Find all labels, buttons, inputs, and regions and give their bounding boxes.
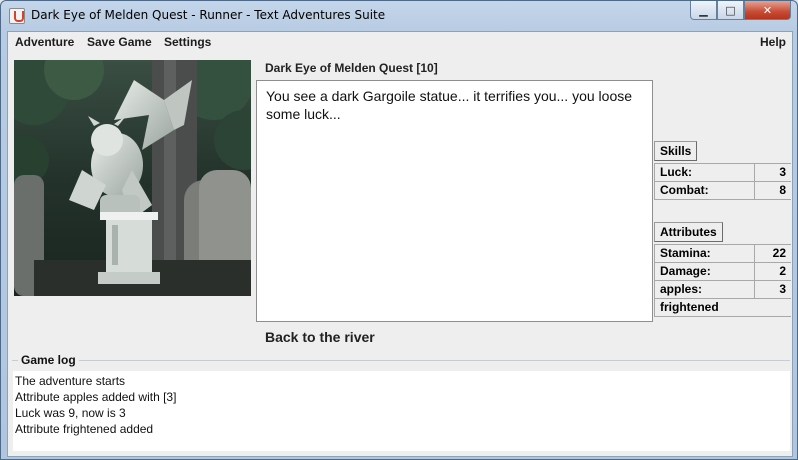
attribute-value: 3	[755, 281, 791, 299]
skill-name: Combat:	[655, 182, 755, 200]
game-log-group: Game log The adventure starts Attribute …	[12, 353, 790, 452]
attribute-row-apples: apples: 3	[655, 281, 791, 299]
skills-header[interactable]: Skills	[654, 141, 698, 161]
attribute-value: 2	[755, 263, 791, 281]
menu-save-game[interactable]: Save Game	[87, 35, 152, 49]
log-line: Attribute apples added with [3]	[15, 390, 177, 404]
menu-bar: Adventure Save Game Settings Help	[8, 32, 792, 54]
close-icon: ✕	[762, 3, 773, 17]
maximize-icon: □	[725, 3, 736, 17]
attribute-flag: frightened	[655, 299, 791, 317]
title-bar[interactable]: Dark Eye of Melden Quest - Runner - Text…	[1, 1, 797, 31]
scene-image	[14, 60, 251, 296]
attribute-row-frightened: frightened	[655, 299, 791, 317]
minimize-button[interactable]: ▁	[690, 1, 717, 20]
attribute-name: Stamina:	[655, 245, 755, 263]
skills-table: Luck: 3 Combat: 8	[654, 163, 791, 200]
window-controls: ▁ □ ✕	[690, 1, 791, 20]
close-button[interactable]: ✕	[744, 1, 791, 20]
quest-title: Dark Eye of Melden Quest [10]	[265, 61, 438, 75]
game-log-area[interactable]: The adventure starts Attribute apples ad…	[13, 371, 790, 451]
game-log-label: Game log	[18, 353, 79, 367]
window-title: Dark Eye of Melden Quest - Runner - Text…	[31, 8, 386, 22]
skill-row-luck: Luck: 3	[655, 164, 791, 182]
log-line: Luck was 9, now is 3	[15, 406, 126, 420]
client-area: Adventure Save Game Settings Help Dark E…	[7, 31, 793, 457]
skill-name: Luck:	[655, 164, 755, 182]
maximize-button[interactable]: □	[717, 1, 744, 20]
choice-back-to-river[interactable]: Back to the river	[265, 329, 375, 345]
log-line: Attribute frightened added	[15, 422, 154, 436]
minimize-icon: ▁	[699, 3, 708, 17]
log-line: The adventure starts	[15, 374, 126, 388]
java-cup-icon[interactable]	[9, 8, 25, 24]
menu-adventure[interactable]: Adventure	[15, 35, 74, 49]
attribute-row-stamina: Stamina: 22	[655, 245, 791, 263]
attribute-row-damage: Damage: 2	[655, 263, 791, 281]
attribute-name: Damage:	[655, 263, 755, 281]
skill-row-combat: Combat: 8	[655, 182, 791, 200]
menu-settings[interactable]: Settings	[164, 35, 211, 49]
attributes-header[interactable]: Attributes	[654, 222, 723, 242]
menu-help[interactable]: Help	[760, 35, 786, 49]
skill-value: 3	[755, 164, 791, 182]
attributes-table: Stamina: 22 Damage: 2 apples: 3 frighten…	[654, 244, 791, 317]
attribute-name: apples:	[655, 281, 755, 299]
attribute-value: 22	[755, 245, 791, 263]
gargoyle-statue-image	[14, 60, 251, 296]
skill-value: 8	[755, 182, 791, 200]
app-window: Dark Eye of Melden Quest - Runner - Text…	[0, 0, 798, 460]
story-text: You see a dark Gargoile statue... it ter…	[256, 80, 653, 322]
